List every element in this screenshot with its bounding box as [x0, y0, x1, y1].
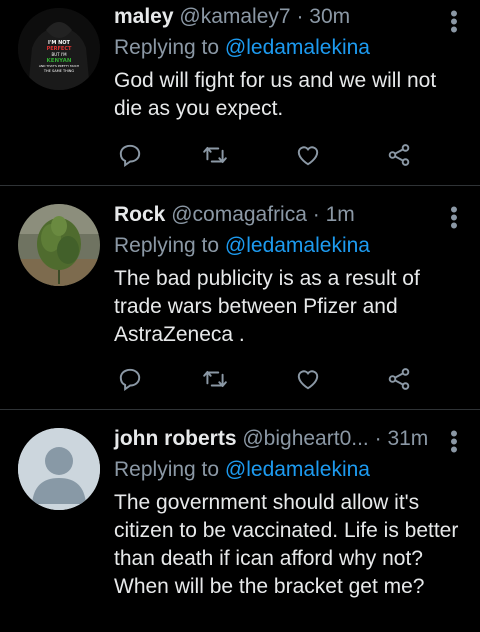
- display-name[interactable]: john roberts: [114, 426, 237, 452]
- share-icon[interactable]: [386, 366, 414, 394]
- display-name[interactable]: maley: [114, 4, 174, 30]
- user-handle[interactable]: @comagafrica: [171, 202, 307, 228]
- retweet-icon[interactable]: [202, 142, 230, 170]
- action-bar: [114, 142, 414, 170]
- replying-to: Replying to @ledamalekina: [114, 457, 462, 483]
- tweet-header: john roberts @bigheart0... · 31m: [114, 426, 440, 452]
- like-icon[interactable]: [295, 366, 323, 394]
- replying-to-label: Replying to: [114, 234, 220, 257]
- timestamp[interactable]: 31m: [387, 426, 428, 452]
- like-icon[interactable]: [295, 142, 323, 170]
- plant-avatar-image: [18, 204, 100, 286]
- timestamp[interactable]: 30m: [309, 4, 350, 30]
- replying-to: Replying to @ledamalekina: [114, 233, 462, 259]
- timestamp[interactable]: 1m: [326, 202, 355, 228]
- reply-mention-link[interactable]: @ledamalekina: [225, 458, 370, 481]
- hoodie-line: THE SAME THING: [43, 69, 75, 73]
- reply-mention-link[interactable]: @ledamalekina: [225, 234, 370, 257]
- display-name[interactable]: Rock: [114, 202, 165, 228]
- reply-mention-link[interactable]: @ledamalekina: [225, 36, 370, 59]
- hoodie-line: BUT I'M: [51, 52, 67, 57]
- tweet-text: The government should allow it's citizen…: [114, 491, 459, 598]
- avatar[interactable]: I'M NOT PERFECT BUT I'M KENYAN AND THAT'…: [18, 8, 100, 90]
- more-icon[interactable]: • • •: [446, 423, 462, 461]
- reply-icon[interactable]: [117, 142, 145, 170]
- retweet-icon[interactable]: [202, 366, 230, 394]
- tweet-text: God will fight for us and we will not di…: [114, 69, 437, 120]
- user-handle[interactable]: @kamaley7: [179, 4, 290, 30]
- user-handle[interactable]: @bigheart0...: [242, 426, 368, 452]
- default-avatar-image: [18, 428, 100, 510]
- tweet-header: Rock @comagafrica · 1m: [114, 202, 462, 228]
- replying-to-label: Replying to: [114, 36, 220, 59]
- hoodie-line: AND THAT'S PRETTY MUCH: [39, 64, 79, 68]
- tweet[interactable]: john roberts @bigheart0... · 31m Replyin…: [0, 410, 480, 632]
- separator-dot: ·: [374, 427, 382, 450]
- tweet-header: maley @kamaley7 · 30m: [114, 4, 462, 30]
- replying-to: Replying to @ledamalekina: [114, 35, 462, 61]
- replying-to-label: Replying to: [114, 458, 220, 481]
- reply-icon[interactable]: [117, 366, 145, 394]
- more-icon[interactable]: • • •: [446, 199, 462, 237]
- separator-dot: ·: [296, 5, 304, 28]
- tweet[interactable]: Rock @comagafrica · 1m Replying to @leda…: [0, 186, 480, 410]
- separator-dot: ·: [312, 203, 320, 226]
- action-bar: [114, 366, 414, 394]
- hoodie-avatar-image: I'M NOT PERFECT BUT I'M KENYAN AND THAT'…: [18, 8, 100, 90]
- tweet[interactable]: I'M NOT PERFECT BUT I'M KENYAN AND THAT'…: [0, 0, 480, 186]
- more-icon[interactable]: • • •: [446, 3, 462, 41]
- tweet-text: The bad publicity is as a result of trad…: [114, 267, 420, 346]
- share-icon[interactable]: [386, 142, 414, 170]
- avatar[interactable]: [18, 428, 100, 510]
- avatar[interactable]: [18, 204, 100, 286]
